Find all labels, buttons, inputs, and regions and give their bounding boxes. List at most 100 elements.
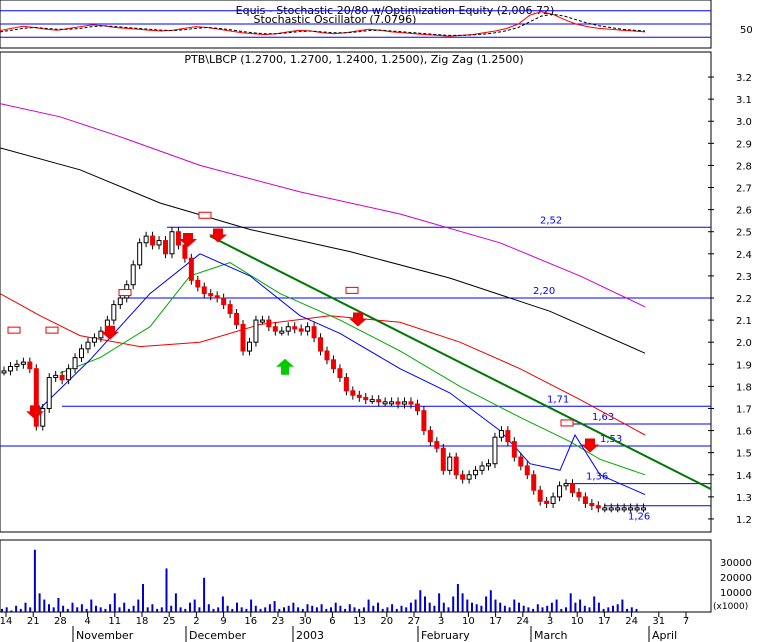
candle-body-22 bbox=[143, 235, 149, 244]
month-label-2: 2003 bbox=[296, 629, 324, 642]
candle-body-94 bbox=[608, 507, 614, 511]
candle-body-24 bbox=[156, 240, 162, 246]
candle-body-17 bbox=[111, 304, 117, 321]
price-ytick-label-1: 3.1 bbox=[736, 95, 752, 106]
candle-body-28 bbox=[182, 244, 188, 259]
price-ytick-label-0: 3.2 bbox=[736, 73, 752, 84]
price-ytick-label-3: 2.9 bbox=[736, 139, 752, 150]
candle-body-63 bbox=[408, 401, 414, 405]
candle-body-60 bbox=[389, 401, 395, 405]
candle-body-18 bbox=[117, 297, 123, 306]
price-ytick-label-9: 2.3 bbox=[736, 272, 752, 283]
x-tick-label-3: 4 bbox=[84, 616, 90, 627]
candle-body-77 bbox=[498, 430, 504, 438]
candle-body-31 bbox=[201, 286, 207, 295]
candle-body-95 bbox=[615, 507, 621, 511]
level-label-3: 1,63 bbox=[592, 412, 614, 423]
price-ytick-label-7: 2.5 bbox=[736, 228, 752, 239]
x-tick-label-19: 24 bbox=[516, 616, 529, 627]
candle-body-92 bbox=[595, 505, 601, 509]
candle-body-37 bbox=[240, 324, 246, 352]
x-tick-label-0: 14 bbox=[0, 616, 12, 627]
candle-body-52 bbox=[337, 368, 343, 379]
candle-body-4 bbox=[27, 361, 33, 370]
candle-body-83 bbox=[537, 489, 543, 502]
candle-body-68 bbox=[440, 447, 446, 471]
signal-flag-3 bbox=[198, 211, 212, 219]
chart-root: Equis - Stochastic 20/80 w/Optimization … bbox=[0, 0, 753, 642]
candle-body-84 bbox=[544, 500, 550, 504]
candle-body-72 bbox=[466, 474, 472, 480]
candle-body-14 bbox=[91, 337, 97, 343]
candle-body-90 bbox=[582, 496, 588, 504]
candle-body-87 bbox=[563, 483, 569, 487]
candle-body-32 bbox=[208, 293, 214, 297]
candle-body-85 bbox=[550, 496, 556, 504]
candle-body-82 bbox=[531, 474, 537, 491]
candle-body-59 bbox=[382, 401, 388, 405]
x-tick-label-22: 17 bbox=[598, 616, 611, 627]
month-label-1: December bbox=[189, 629, 247, 642]
x-tick-label-15: 27 bbox=[408, 616, 421, 627]
candle-body-44 bbox=[285, 326, 291, 332]
x-axis: 14 21 28 4 11 18 25 2 9 16 23 30 6 13 20 27 3 10 17 24 3 10 17… bbox=[0, 612, 689, 642]
price-ytick-label-18: 1.4 bbox=[736, 471, 752, 482]
candle-body-47 bbox=[305, 326, 311, 332]
x-tick-label-10: 23 bbox=[272, 616, 285, 627]
candle-body-75 bbox=[486, 463, 491, 467]
candle-body-62 bbox=[402, 401, 408, 405]
volume-tick-10000: 10000 bbox=[720, 588, 752, 599]
candle-body-21 bbox=[137, 242, 143, 266]
price-ytick-label-11: 2.1 bbox=[736, 316, 752, 327]
candle-body-46 bbox=[298, 328, 304, 332]
signal-flag-1 bbox=[45, 326, 59, 334]
candle-body-80 bbox=[518, 456, 524, 467]
x-tick-label-16: 3 bbox=[438, 616, 444, 627]
candle-body-71 bbox=[460, 474, 466, 480]
level-label-6: 1,26 bbox=[628, 512, 650, 523]
month-label-0: November bbox=[76, 629, 134, 642]
candle-body-74 bbox=[479, 465, 485, 471]
signal-flag-0 bbox=[7, 326, 21, 334]
volume-tick-30000: 30000 bbox=[720, 558, 752, 569]
oscillator-tick-50: 50 bbox=[740, 25, 753, 36]
candle-body-42 bbox=[272, 326, 278, 332]
candle-body-53 bbox=[343, 377, 349, 392]
price-ytick-label-6: 2.6 bbox=[736, 206, 752, 217]
price-ytick-label-20: 1.2 bbox=[736, 515, 752, 526]
candle-body-10 bbox=[66, 368, 72, 381]
candle-body-35 bbox=[227, 304, 233, 314]
signal-flag-5 bbox=[560, 419, 574, 427]
volume-unit: (x1000) bbox=[713, 602, 748, 612]
candle-body-67 bbox=[434, 441, 440, 449]
candle-body-51 bbox=[330, 359, 336, 370]
candle-body-54 bbox=[350, 390, 356, 396]
x-tick-label-7: 2 bbox=[193, 616, 199, 627]
candle-body-39 bbox=[253, 319, 259, 343]
candle-body-26 bbox=[169, 231, 175, 255]
candle-body-23 bbox=[150, 235, 156, 246]
candle-body-97 bbox=[628, 507, 634, 511]
price-ytick-label-5: 2.7 bbox=[736, 184, 752, 195]
candle-body-76 bbox=[492, 436, 498, 465]
x-tick-label-8: 9 bbox=[220, 616, 226, 627]
candle-body-8 bbox=[53, 374, 59, 379]
price-panel: PTB\LBCP (1.2700, 1.2700, 1.2400, 1.2500… bbox=[0, 51, 752, 533]
candle-body-13 bbox=[85, 341, 91, 350]
candle-body-43 bbox=[279, 330, 285, 334]
candle-body-61 bbox=[395, 401, 401, 405]
x-tick-label-11: 30 bbox=[299, 616, 312, 627]
price-ytick-label-16: 1.6 bbox=[736, 427, 752, 438]
candle-body-9 bbox=[59, 374, 65, 381]
candle-body-6 bbox=[40, 407, 46, 427]
price-ytick-label-8: 2.4 bbox=[736, 250, 752, 261]
candle-body-96 bbox=[621, 507, 627, 511]
candle-body-33 bbox=[214, 295, 220, 299]
volume-panel: 30000 20000 10000 (x1000) bbox=[0, 539, 752, 613]
candle-body-73 bbox=[473, 469, 479, 476]
candle-body-65 bbox=[421, 410, 427, 432]
price-ytick-label-15: 1.7 bbox=[736, 404, 752, 415]
level-label-2: 1,71 bbox=[547, 394, 569, 405]
price-title: PTB\LBCP (1.2700, 1.2700, 1.2400, 1.2500… bbox=[184, 53, 523, 66]
candle-body-55 bbox=[356, 394, 362, 398]
